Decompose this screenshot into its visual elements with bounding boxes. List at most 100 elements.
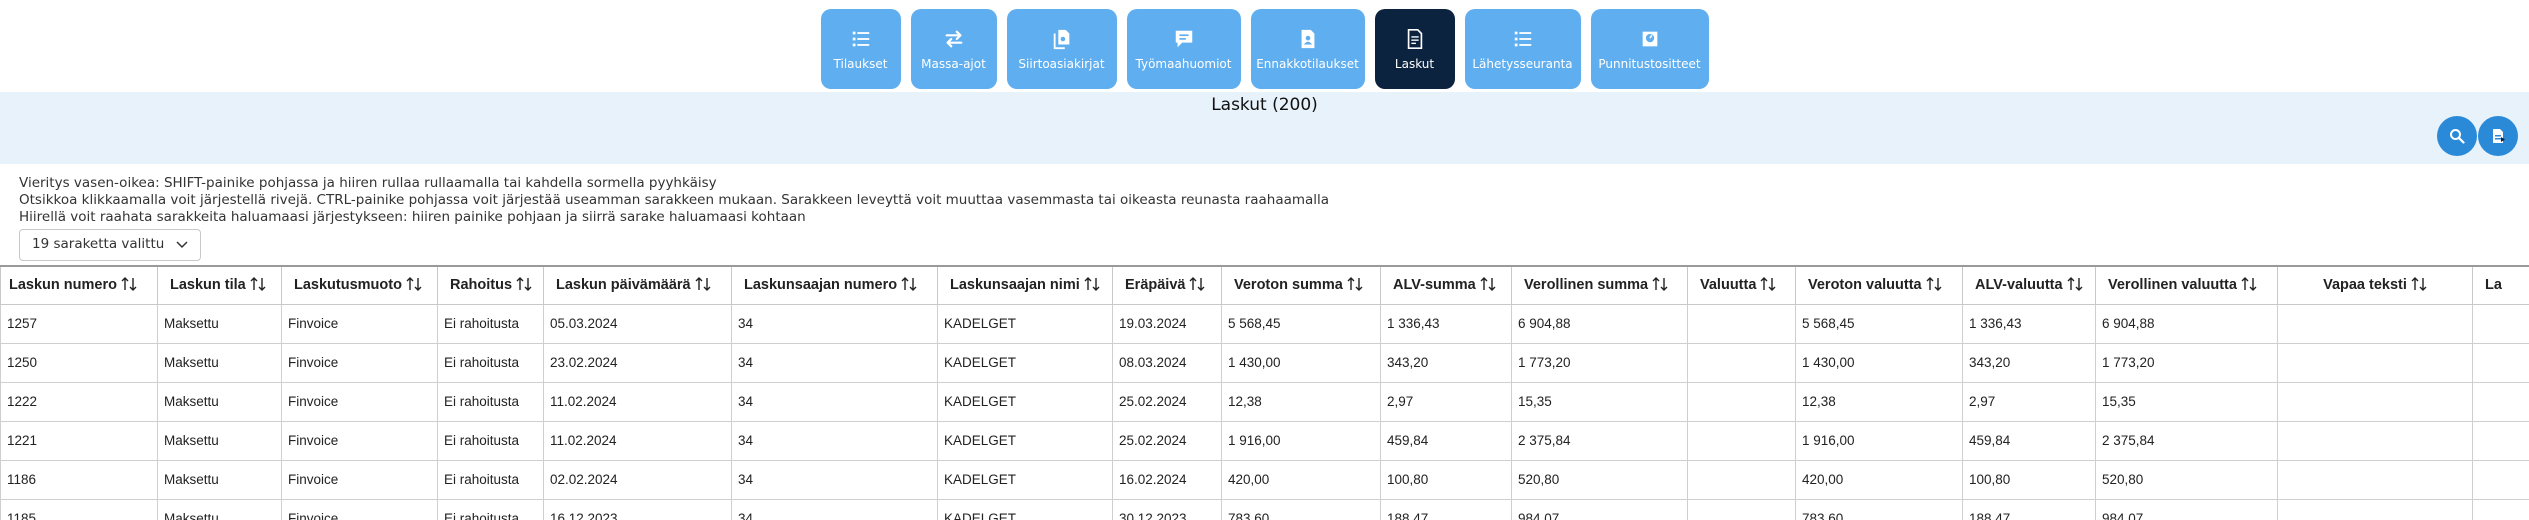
table-row[interactable]: 1221 Maksettu Finvoice Ei rahoitusta 11.02.2… xyxy=(0,420,2529,461)
sort-arrows-icon[interactable] xyxy=(691,277,711,293)
sort-arrows-icon[interactable] xyxy=(2237,277,2257,293)
sort-arrows-icon[interactable] xyxy=(117,277,137,293)
column-header-label: Veroton summa xyxy=(1234,277,1343,294)
column-header[interactable]: Rahoitus xyxy=(437,265,544,305)
table-cell xyxy=(2277,498,2473,520)
column-header-label: Laskunsaajan numero xyxy=(744,277,898,294)
table-row[interactable]: 1257 Maksettu Finvoice Ei rahoitusta 05.03.2… xyxy=(0,303,2529,344)
table-cell: 5 568,45 xyxy=(1221,303,1381,344)
table-cell: 1222 xyxy=(0,381,158,422)
table-cell: 2,97 xyxy=(1380,381,1512,422)
table-cell xyxy=(1687,498,1796,520)
column-header[interactable]: Laskun tila xyxy=(157,265,282,305)
column-header[interactable]: Laskun päivämäärä xyxy=(543,265,732,305)
table-row[interactable]: 1186 Maksettu Finvoice Ei rahoitusta 02.02.2… xyxy=(0,459,2529,500)
sort-arrows-icon[interactable] xyxy=(2063,277,2083,293)
column-header[interactable]: Vapaa teksti xyxy=(2277,265,2473,305)
column-header[interactable]: Eräpäivä xyxy=(1112,265,1222,305)
nav-button-6[interactable]: Laskut xyxy=(1374,9,1455,89)
nav-button-2[interactable]: Massa-ajot xyxy=(910,9,997,89)
sort-arrows-icon[interactable] xyxy=(897,277,917,293)
table-cell: Finvoice xyxy=(281,459,438,500)
table-cell: 11.02.2024 xyxy=(543,420,732,461)
table-cell: 1 336,43 xyxy=(1962,303,2096,344)
scale-icon xyxy=(1638,27,1662,51)
table-cell: Finvoice xyxy=(281,303,438,344)
column-header[interactable]: Veroton summa xyxy=(1221,265,1381,305)
column-header-label: Vapaa teksti xyxy=(2323,277,2407,294)
table-cell: 420,00 xyxy=(1221,459,1381,500)
sort-arrows-icon[interactable] xyxy=(1756,277,1776,293)
table-cell: Maksettu xyxy=(157,303,282,344)
invoice-table-scroll[interactable]: Laskun numero Laskun tila Laskutusmuoto Rah… xyxy=(0,265,2529,520)
sort-arrows-icon[interactable] xyxy=(1476,277,1496,293)
column-header[interactable]: Laskunsaajan numero xyxy=(731,265,938,305)
table-cell: 2,97 xyxy=(1962,381,2096,422)
column-header[interactable]: Verollinen summa xyxy=(1511,265,1688,305)
export-button[interactable] xyxy=(2478,116,2518,156)
table-cell xyxy=(2277,420,2473,461)
table-cell: 34 xyxy=(731,459,938,500)
table-cell xyxy=(2472,459,2529,500)
table-cell: 520,80 xyxy=(2095,459,2278,500)
sort-arrows-icon[interactable] xyxy=(2407,277,2427,293)
table-cell: KADELGET xyxy=(937,420,1113,461)
sort-arrows-icon[interactable] xyxy=(1922,277,1942,293)
message-icon xyxy=(1172,27,1196,51)
table-cell: 1 430,00 xyxy=(1795,342,1963,383)
sort-arrows-icon[interactable] xyxy=(246,277,266,293)
sort-arrows-icon[interactable] xyxy=(1080,277,1100,293)
column-header[interactable]: Laskun numero xyxy=(0,265,158,305)
help-line-scroll: Vieritys vasen-oikea: SHIFT-painike pohj… xyxy=(19,175,717,191)
sort-arrows-icon[interactable] xyxy=(1648,277,1668,293)
nav-button-4[interactable]: Työmaahuomiot xyxy=(1126,9,1241,89)
sort-arrows-icon[interactable] xyxy=(1343,277,1363,293)
table-cell: KADELGET xyxy=(937,381,1113,422)
table-cell: 19.03.2024 xyxy=(1112,303,1222,344)
column-header[interactable]: Laskutusmuoto xyxy=(281,265,438,305)
table-cell xyxy=(2472,498,2529,520)
nav-button-3[interactable]: Siirtoasiakirjat xyxy=(1006,9,1117,89)
table-cell xyxy=(2472,420,2529,461)
table-cell xyxy=(2277,303,2473,344)
search-button[interactable] xyxy=(2437,116,2477,156)
table-row[interactable]: 1185 Maksettu Finvoice Ei rahoitusta 16.12.2… xyxy=(0,498,2529,520)
nav-button-label: Lähetysseuranta xyxy=(1472,57,1573,71)
table-cell: KADELGET xyxy=(937,303,1113,344)
table-cell: Ei rahoitusta xyxy=(437,459,544,500)
table-cell: 12,38 xyxy=(1795,381,1963,422)
nav-button-5[interactable]: Ennakkotilaukset xyxy=(1250,9,1365,89)
sort-arrows-icon[interactable] xyxy=(1185,277,1205,293)
table-cell: 05.03.2024 xyxy=(543,303,732,344)
nav-button-8[interactable]: Punnitustositteet xyxy=(1590,9,1709,89)
sort-arrows-icon[interactable] xyxy=(402,277,422,293)
sort-arrows-icon[interactable] xyxy=(512,277,532,293)
table-row[interactable]: 1222 Maksettu Finvoice Ei rahoitusta 11.02.2… xyxy=(0,381,2529,422)
table-cell: Ei rahoitusta xyxy=(437,420,544,461)
table-cell xyxy=(1687,381,1796,422)
table-cell xyxy=(1687,303,1796,344)
table-cell: 34 xyxy=(731,342,938,383)
column-header[interactable]: Laskunsaajan nimi xyxy=(937,265,1113,305)
column-header[interactable]: La xyxy=(2472,265,2529,305)
column-header[interactable]: Valuutta xyxy=(1687,265,1796,305)
table-cell: 6 904,88 xyxy=(1511,303,1688,344)
column-header[interactable]: Veroton valuutta xyxy=(1795,265,1963,305)
column-header-label: La xyxy=(2485,277,2502,294)
table-cell: 343,20 xyxy=(1962,342,2096,383)
column-header[interactable]: ALV-summa xyxy=(1380,265,1512,305)
table-cell: 1250 xyxy=(0,342,158,383)
column-select-dropdown[interactable]: 19 saraketta valittu xyxy=(19,229,201,261)
table-cell: 34 xyxy=(731,381,938,422)
table-cell xyxy=(2277,459,2473,500)
nav-button-7[interactable]: Lähetysseuranta xyxy=(1464,9,1581,89)
column-header[interactable]: ALV-valuutta xyxy=(1962,265,2096,305)
column-header[interactable]: Verollinen valuutta xyxy=(2095,265,2278,305)
table-cell: Ei rahoitusta xyxy=(437,498,544,520)
document-person-icon xyxy=(1296,27,1320,51)
table-cell xyxy=(1687,420,1796,461)
table-row[interactable]: 1250 Maksettu Finvoice Ei rahoitusta 23.02.2… xyxy=(0,342,2529,383)
nav-button-1[interactable]: Tilaukset xyxy=(820,9,901,89)
table-cell: 12,38 xyxy=(1221,381,1381,422)
table-cell: 25.02.2024 xyxy=(1112,381,1222,422)
